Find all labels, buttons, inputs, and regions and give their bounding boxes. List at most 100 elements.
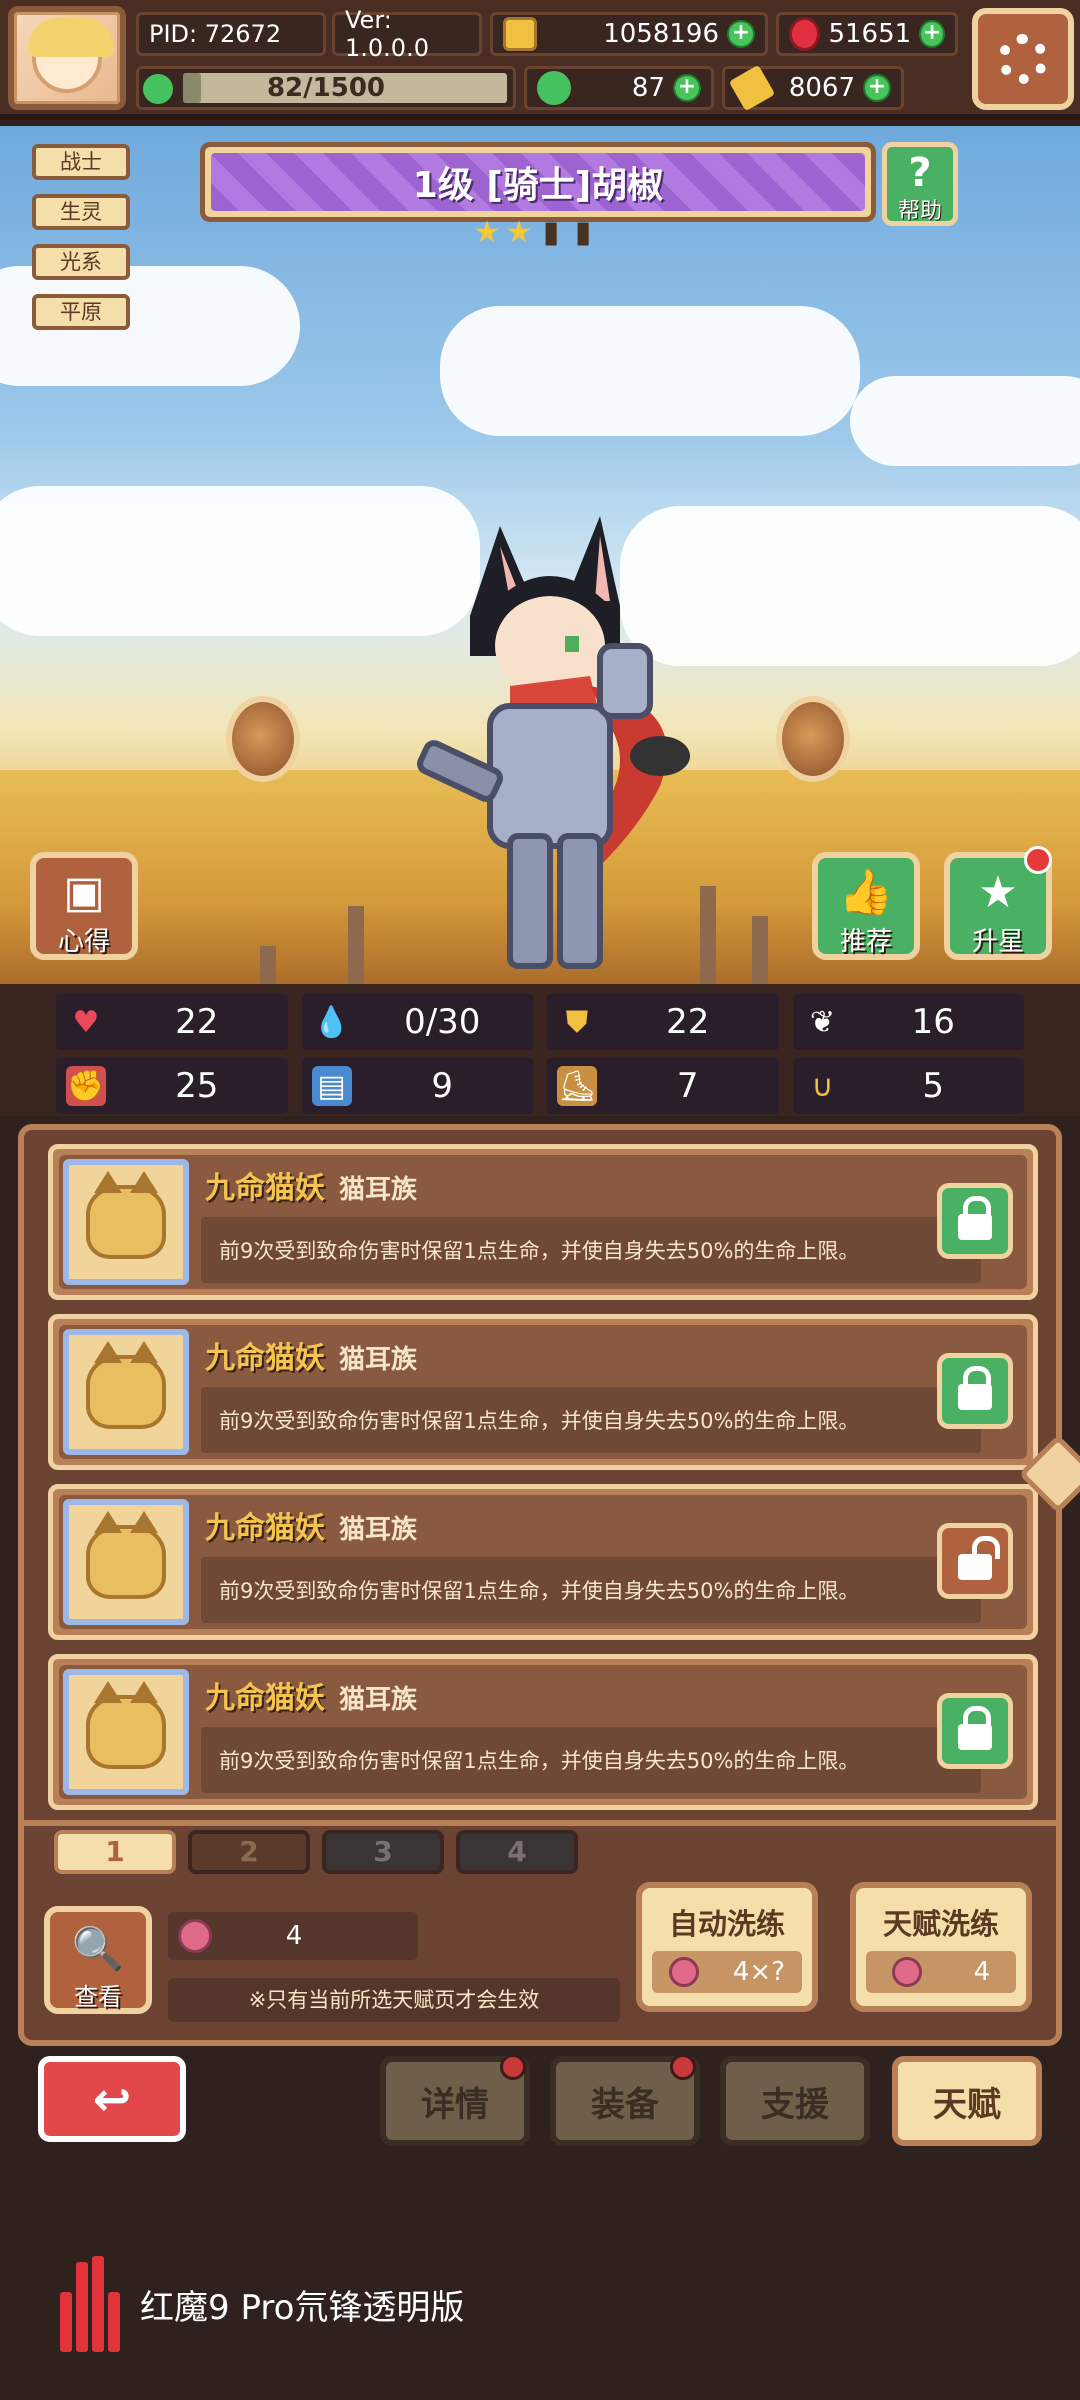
version-label: Ver: 1.0.0.0 <box>332 6 482 62</box>
equipment-notification-dot <box>670 2054 696 2080</box>
talent-card-body: 九命猫妖 猫耳族前9次受到致命伤害时保留1点生命，并使自身失去50%的生命上限。 <box>59 1495 1027 1629</box>
talent-card[interactable]: 九命猫妖 猫耳族前9次受到致命伤害时保留1点生命，并使自身失去50%的生命上限。 <box>48 1144 1038 1300</box>
talent-name-row: 九命猫妖 猫耳族 <box>205 1163 905 1211</box>
lock-toggle-button[interactable] <box>937 1353 1013 1429</box>
peach-icon <box>668 1957 699 1987</box>
talent-name-row: 九命猫妖 猫耳族 <box>205 1333 905 1381</box>
talent-race: 猫耳族 <box>339 1175 418 1205</box>
tab-page-1[interactable]: 1 <box>54 1830 176 1874</box>
tab-page-4[interactable]: 4 <box>456 1830 578 1874</box>
hero-stats-grid: ♥ 22 💧 0/30 ⛊ 22 ❦ 16 ✊ 25 ▤ 9 ⛸ 7 ∪ 5 <box>0 984 1080 1116</box>
prev-hero-button[interactable] <box>226 696 300 782</box>
talent-portrait <box>63 1329 189 1455</box>
talent-card[interactable]: 九命猫妖 猫耳族 前9次受到致命伤害时保留1点生命，并使自身失去50%的生命上限。 <box>48 1314 1038 1470</box>
next-hero-button[interactable] <box>776 696 850 782</box>
tag-class[interactable]: 战士 <box>32 144 130 180</box>
talent-page-tabs: 1 2 3 4 <box>54 1830 578 1874</box>
stat-cell: ♥ 22 <box>56 994 288 1050</box>
details-notification-dot <box>500 2054 526 2080</box>
stat-cell: ∪ 5 <box>792 1058 1024 1114</box>
back-button[interactable]: ↩ <box>38 2056 186 2142</box>
view-button[interactable]: 🔍 查看 <box>44 1906 152 2014</box>
tag-element[interactable]: 光系 <box>32 244 130 280</box>
talent-name: 九命猫妖 <box>205 1681 325 1716</box>
fist-icon: ✊ <box>66 1066 106 1106</box>
wing-icon: ❦ <box>809 1004 836 1040</box>
shield-icon: ⛊ <box>565 1004 589 1040</box>
ruby-value: 51651 <box>828 19 912 49</box>
unlock-toggle-button[interactable] <box>937 1523 1013 1599</box>
notification-dot <box>1024 846 1052 874</box>
talent-race: 猫耳族 <box>339 1685 418 1715</box>
talent-portrait <box>63 1669 189 1795</box>
gold-counter: 1058196 + <box>490 12 768 56</box>
panel-divider <box>24 1820 1056 1826</box>
talent-description: 前9次受到致命伤害时保留1点生命，并使自身失去50%的生命上限。 <box>219 1239 860 1263</box>
add-ruby-button[interactable]: + <box>919 20 945 48</box>
settings-button[interactable] <box>972 8 1074 110</box>
clover-counter: 87 + <box>524 66 714 110</box>
tag-race[interactable]: 生灵 <box>32 194 130 230</box>
stat-value: 16 <box>911 1002 955 1042</box>
auto-reroll-label: 自动洗练 <box>668 1907 785 1941</box>
notes-label: 心得 <box>57 927 110 957</box>
recommend-button[interactable]: 👍 推荐 <box>812 852 920 960</box>
avatar-face <box>28 17 114 93</box>
peach-icon <box>178 1919 212 1953</box>
cat-face-icon <box>86 1681 166 1769</box>
ruby-icon <box>789 17 821 51</box>
auto-reroll-cost-value: 4×? <box>732 1957 786 1987</box>
lock-toggle-button[interactable] <box>937 1183 1013 1259</box>
stamina-value: 82/1500 <box>266 73 386 103</box>
talent-reroll-label: 天赋洗练 <box>882 1907 999 1941</box>
stamina-clover-icon <box>143 74 173 104</box>
gold-value: 1058196 <box>603 19 719 49</box>
tab-talent[interactable]: 天赋 <box>892 2056 1042 2146</box>
question-icon: ? <box>908 150 932 196</box>
hero-title: 1级 [骑士]胡椒 <box>211 153 865 211</box>
gear-icon <box>998 34 1048 84</box>
watermark-text: 红魔9 Pro氘锋透明版 <box>140 2287 465 2328</box>
ruby-counter: 51651 + <box>776 12 958 56</box>
talent-card[interactable]: 九命猫妖 猫耳族前9次受到致命伤害时保留1点生命，并使自身失去50%的生命上限。 <box>48 1654 1038 1810</box>
stamina-fill <box>183 73 201 103</box>
hero-star-rating: ★ ★ ▮ ▮ <box>472 218 598 248</box>
talent-reroll-button[interactable]: 天赋洗练 4 <box>850 1882 1032 2012</box>
horseshoe-icon: ∪ <box>811 1068 834 1104</box>
star-filled-icon: ★ <box>505 215 533 250</box>
lock-icon <box>958 1196 992 1240</box>
talent-name-row: 九命猫妖 猫耳族 <box>205 1503 905 1551</box>
star-filled-icon: ★ <box>473 215 501 250</box>
top-info-row: PID: 72672 Ver: 1.0.0.0 1058196 + 51651 … <box>136 6 958 62</box>
notes-button[interactable]: ▣ 心得 <box>30 852 138 960</box>
player-avatar[interactable] <box>8 6 126 110</box>
peach-icon <box>891 1957 922 1987</box>
stat-value: 7 <box>676 1066 699 1106</box>
stat-cell: ⛊ 22 <box>547 994 779 1050</box>
key-icon <box>728 64 776 112</box>
add-gold-button[interactable]: + <box>727 20 755 48</box>
auto-reroll-button[interactable]: 自动洗练 4×? <box>636 1882 818 2012</box>
help-label: 帮助 <box>897 199 942 224</box>
talent-card[interactable]: 九命猫妖 猫耳族前9次受到致命伤害时保留1点生命，并使自身失去50%的生命上限。 <box>48 1484 1038 1640</box>
help-button[interactable]: ? 帮助 <box>882 142 958 226</box>
talent-card-body: 九命猫妖 猫耳族前9次受到致命伤害时保留1点生命，并使自身失去50%的生命上限。 <box>59 1155 1027 1289</box>
add-clover-button[interactable]: + <box>673 74 701 102</box>
lock-toggle-button[interactable] <box>937 1693 1013 1769</box>
clover-value: 87 <box>631 73 665 103</box>
cat-face-icon <box>86 1511 166 1599</box>
thumbs-up-icon: 👍 <box>838 867 894 918</box>
cloud-decoration <box>850 376 1080 466</box>
talent-description: 前9次受到致命伤害时保留1点生命，并使自身失去50%的生命上限。 <box>219 1749 860 1773</box>
hero-sprite <box>417 516 690 969</box>
add-key-button[interactable]: + <box>863 74 891 102</box>
talent-description: 前9次受到致命伤害时保留1点生命，并使自身失去50%的生命上限。 <box>219 1579 860 1603</box>
talent-name: 九命猫妖 <box>205 1171 325 1206</box>
tag-terrain[interactable]: 平原 <box>32 294 130 330</box>
stat-cell: ❦ 16 <box>792 994 1024 1050</box>
talent-name-row: 九命猫妖 猫耳族 <box>205 1673 905 1721</box>
tab-page-3[interactable]: 3 <box>322 1830 444 1874</box>
stat-cell: ✊ 25 <box>56 1058 288 1114</box>
tab-support[interactable]: 支援 <box>720 2056 870 2146</box>
tab-page-2[interactable]: 2 <box>188 1830 310 1874</box>
